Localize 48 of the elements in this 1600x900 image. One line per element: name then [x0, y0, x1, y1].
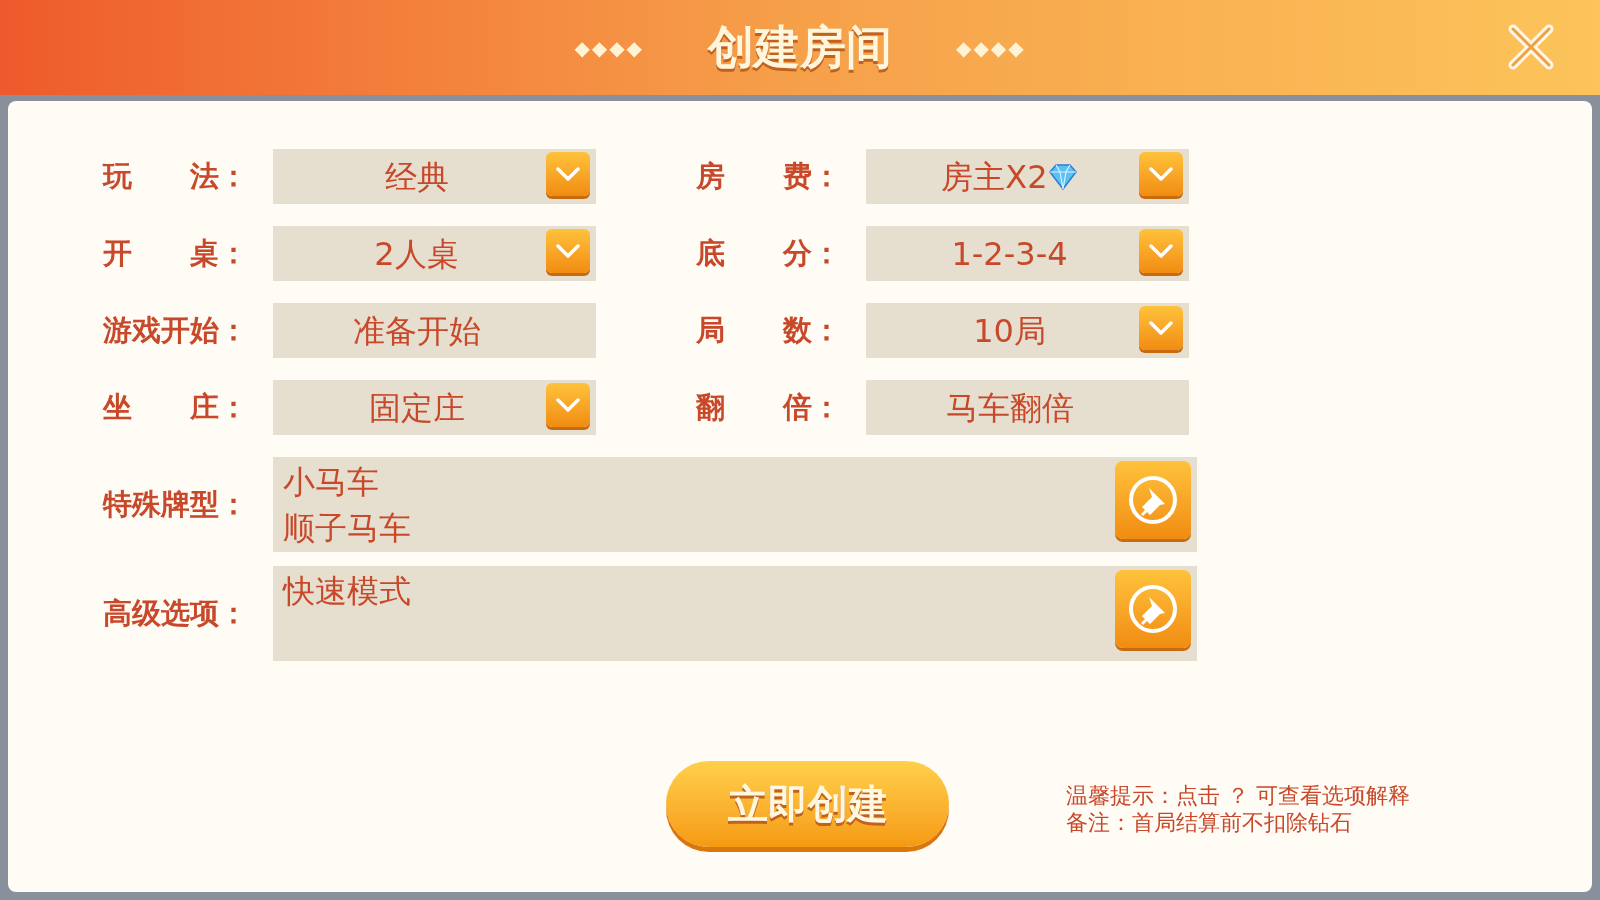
- field-value: 固定庄: [368, 387, 465, 429]
- pin-icon: [1127, 474, 1179, 526]
- chevron-down-icon: [556, 167, 580, 181]
- field-label: 房 费：: [696, 157, 842, 195]
- field-label: 开 桌：: [103, 234, 249, 272]
- title-ornament: ◆◆◆◆: [956, 34, 1026, 62]
- field-value: 1-2-3-4: [951, 233, 1068, 275]
- dropdown-field[interactable]: 2人桌: [273, 226, 596, 281]
- option-text: 小马车: [283, 462, 379, 503]
- field-label: 坐 庄：: [103, 388, 249, 426]
- window-title: 创建房间: [708, 19, 892, 76]
- title-ornament: ◆◆◆◆: [574, 34, 644, 62]
- field-value: 准备开始: [352, 310, 481, 352]
- chevron-down-icon: [556, 398, 580, 412]
- field-label: 游戏开始：: [103, 311, 249, 349]
- option-text: 顺子马车: [283, 508, 411, 549]
- field-value: 经典: [384, 156, 449, 198]
- field-label: 翻 倍：: [696, 388, 842, 426]
- dropdown-button[interactable]: [546, 229, 590, 273]
- dropdown-button[interactable]: [1139, 306, 1183, 350]
- field-label: 底 分：: [696, 234, 842, 272]
- field-label: 特殊牌型：: [103, 485, 249, 523]
- note-text: 备注：首局结算前不扣除钻石: [1066, 809, 1353, 836]
- dropdown-button[interactable]: [546, 152, 590, 196]
- pin-icon: [1127, 583, 1179, 635]
- field-value: 2人桌: [374, 233, 459, 275]
- pin-button[interactable]: [1115, 570, 1191, 648]
- chevron-down-icon: [1149, 244, 1173, 258]
- dropdown-field[interactable]: 固定庄: [273, 380, 596, 435]
- field-value: 房主X2: [941, 156, 1048, 198]
- field-value: 10局: [973, 310, 1046, 352]
- field-label: 局 数：: [696, 311, 842, 349]
- option-text: 快速模式: [283, 571, 411, 612]
- pin-button[interactable]: [1115, 461, 1191, 539]
- dropdown-button[interactable]: [1139, 152, 1183, 196]
- field-label: 玩 法：: [103, 157, 249, 195]
- chevron-down-icon: [556, 244, 580, 258]
- dropdown-field[interactable]: 1-2-3-4: [866, 226, 1189, 281]
- chevron-down-icon: [1149, 167, 1173, 181]
- dropdown-button[interactable]: [1139, 229, 1183, 273]
- dropdown-button[interactable]: [546, 383, 590, 427]
- field-value: 马车翻倍: [945, 387, 1074, 429]
- dropdown-field[interactable]: 经典: [273, 149, 596, 204]
- dropdown-field[interactable]: 房主X2: [866, 149, 1189, 204]
- chevron-down-icon: [1149, 321, 1173, 335]
- note-text: 温馨提示：点击 ？ 可查看选项解释: [1066, 782, 1410, 809]
- dropdown-field[interactable]: 10局: [866, 303, 1189, 358]
- field-label: 高级选项：: [103, 594, 249, 632]
